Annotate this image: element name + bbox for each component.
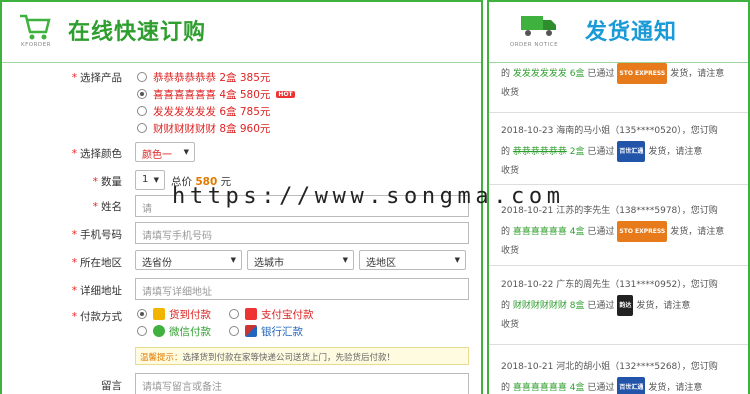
qty-select[interactable]: 1 ▼: [135, 170, 165, 190]
pay-wechat-option[interactable]: 微信付款: [137, 324, 211, 339]
tip-head: 温馨提示：: [140, 353, 183, 363]
product-option-2[interactable]: 喜喜喜喜喜喜 4盒 580元 HOT: [137, 87, 295, 102]
pay-radio-selected[interactable]: [137, 309, 147, 319]
pay-radio[interactable]: [137, 326, 147, 336]
courier-logo: 百世汇通: [617, 141, 646, 162]
notice-item: 2018-10-21 河北的胡小姐（132****5268），您订购 的 喜喜喜…: [501, 358, 741, 394]
notice-item: 2018-10-21 江苏的李先生（138****5978），您订购 的 喜喜喜…: [501, 206, 725, 256]
notice-header: ORDER NOTICE 发货通知: [489, 2, 748, 63]
wechat-icon: [153, 325, 165, 337]
notice-title: 发货通知: [585, 20, 678, 45]
address-label: * 详细地址: [71, 285, 122, 297]
courier-logo: STO EXPRESS: [617, 221, 668, 242]
note-textarea[interactable]: 请填写留言或备注: [135, 373, 469, 394]
bank-card-icon: [245, 325, 257, 337]
product-radio[interactable]: [137, 106, 147, 116]
district-select[interactable]: 选地区 ▼: [359, 250, 466, 270]
cart-icon: KFORDER: [12, 12, 57, 52]
chevron-down-icon: ▼: [230, 256, 236, 264]
pay-cod-option[interactable]: 货到付款: [137, 307, 211, 322]
alipay-icon: [245, 308, 257, 320]
product-option-3[interactable]: 发发发发发发 6盒 785元: [137, 104, 270, 119]
city-select[interactable]: 选城市 ▼: [247, 250, 354, 270]
truck-icon: ORDER NOTICE: [504, 12, 564, 52]
chevron-down-icon: ▼: [454, 256, 460, 264]
notice-item: 2018-10-22 广东的周先生（131****0952），您订购 的 财财财…: [501, 280, 718, 330]
order-header: KFORDER 在线快速订购: [2, 2, 481, 63]
address-input[interactable]: 请填写详细地址: [135, 278, 469, 300]
courier-logo: STO EXPRESS: [617, 63, 668, 84]
product-radio[interactable]: [137, 123, 147, 133]
product-radio[interactable]: [137, 72, 147, 82]
note-label: 留言: [101, 380, 122, 392]
name-label: * 姓名: [92, 201, 122, 213]
pay-label: * 付款方式: [71, 311, 122, 323]
coins-icon: [153, 308, 165, 320]
pay-bank-option[interactable]: 银行汇款: [229, 324, 303, 339]
region-label: * 所在地区: [71, 257, 122, 269]
color-label: * 选择颜色: [71, 148, 122, 160]
phone-label: * 手机号码: [71, 229, 122, 241]
province-select[interactable]: 选省份 ▼: [135, 250, 242, 270]
divider: [489, 112, 748, 113]
notice-item: 2018-10-23 海南的马小姐（135****0520），您订购 的 恭恭恭…: [501, 126, 718, 176]
chevron-down-icon: ▼: [183, 148, 189, 156]
divider: [489, 265, 748, 266]
watermark-text: https://www.songma.com: [172, 184, 565, 209]
tip-text: 选择货到付款在家等快递公司送货上门，先验货后付款！: [182, 353, 396, 363]
product-label: * 选择产品: [71, 72, 122, 84]
pay-alipay-option[interactable]: 支付宝付款: [229, 307, 314, 322]
order-header-caption: KFORDER: [21, 42, 51, 48]
hot-flame-icon: HOT: [276, 91, 295, 98]
tip-box: 温馨提示：选择货到付款在家等快递公司送货上门，先验货后付款！: [135, 347, 469, 365]
chevron-down-icon: ▼: [342, 256, 348, 264]
color-select[interactable]: 颜色一 ▼: [135, 142, 195, 162]
phone-input[interactable]: 请填写手机号码: [135, 222, 469, 244]
product-option-1[interactable]: 恭恭恭恭恭恭 2盒 385元: [137, 70, 270, 85]
divider: [489, 344, 748, 345]
courier-logo: 百世汇通: [617, 377, 646, 394]
notice-item: 的 发发发发发发 6盒 已通过 STO EXPRESS 发货，请注意 收货: [501, 63, 741, 103]
qty-label: * 数量: [92, 176, 122, 188]
pay-radio[interactable]: [229, 309, 239, 319]
chevron-down-icon: ▼: [153, 176, 159, 184]
courier-logo: 韵达: [617, 295, 634, 316]
notice-header-caption: ORDER NOTICE: [509, 42, 559, 48]
pay-radio[interactable]: [229, 326, 239, 336]
product-option-4[interactable]: 财财财财财财 8盒 960元: [137, 121, 270, 136]
order-title: 在线快速订购: [68, 20, 207, 45]
product-radio-selected[interactable]: [137, 89, 147, 99]
